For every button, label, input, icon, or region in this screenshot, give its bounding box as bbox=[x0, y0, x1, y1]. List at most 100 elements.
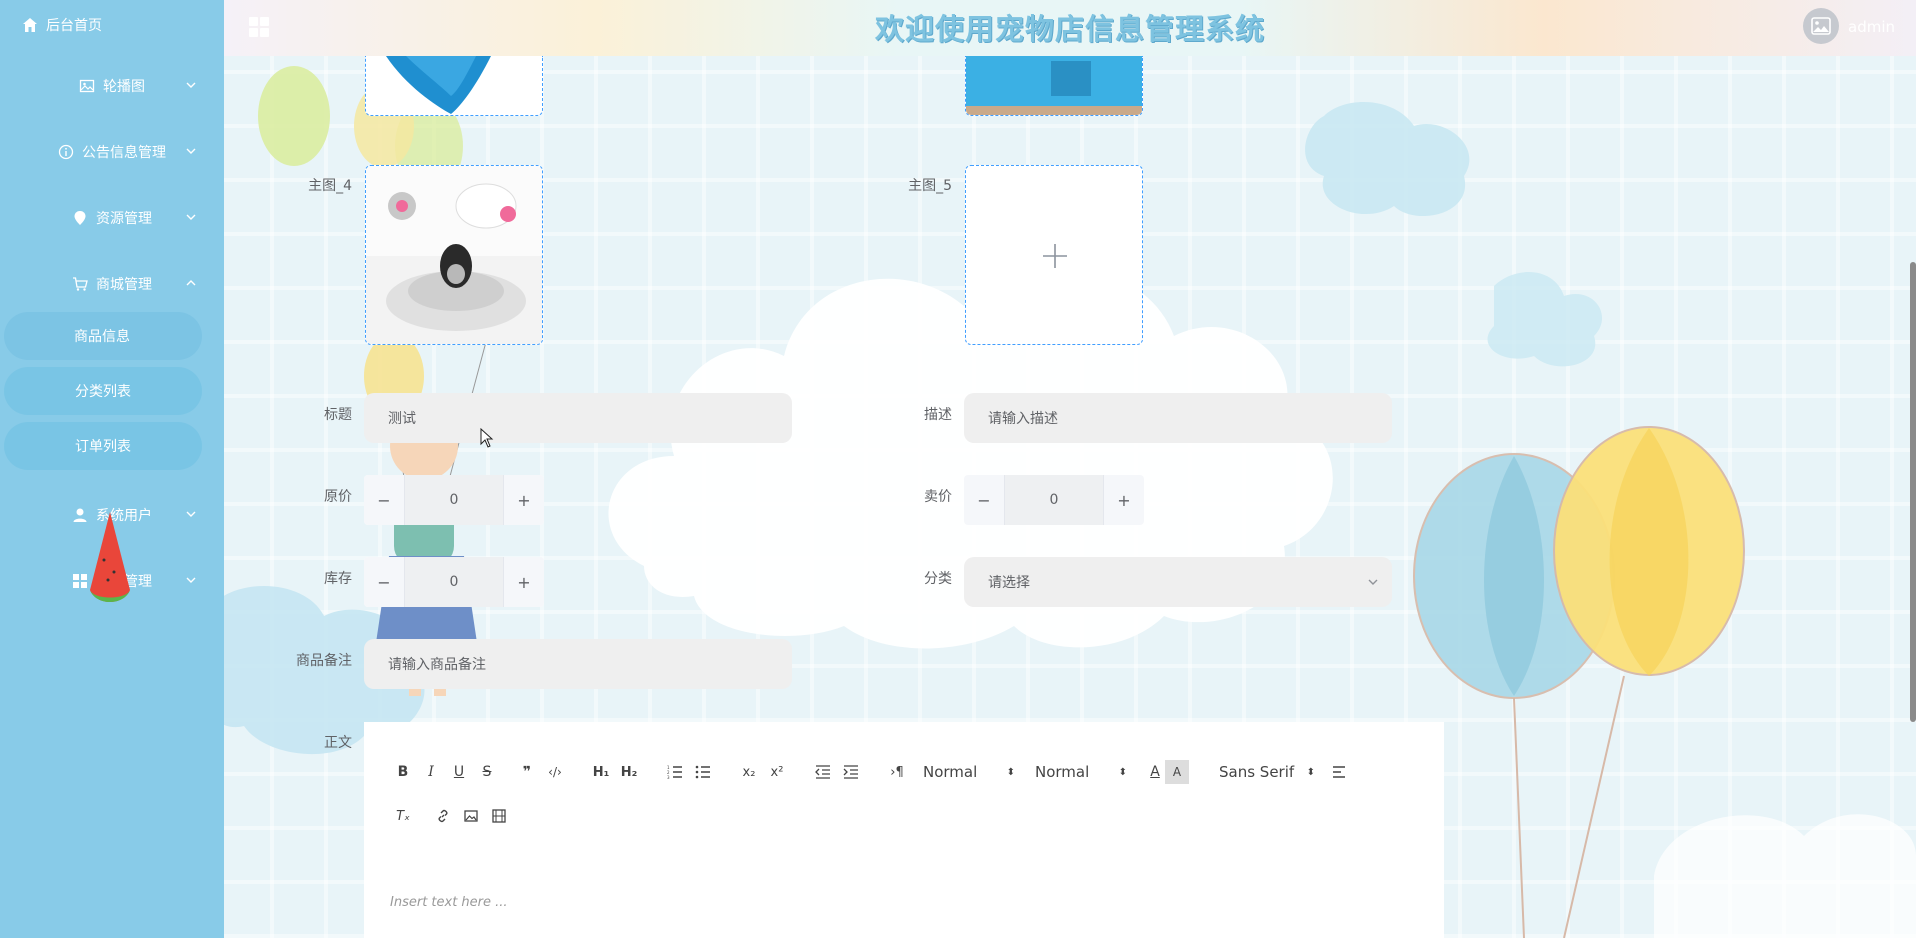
image-upload-3[interactable] bbox=[365, 56, 543, 116]
watermelon-decoration bbox=[90, 512, 130, 602]
indent-icon bbox=[843, 765, 858, 779]
sidebar-item-category-list[interactable]: 分类列表 bbox=[4, 367, 202, 415]
chevron-down-icon bbox=[186, 148, 196, 154]
rich-text-editor: B I U S ❞ ‹/› H₁ H₂ 123 x₂ x² ›¶ Normal ⬍… bbox=[364, 722, 1444, 938]
bullet-list-button[interactable] bbox=[691, 760, 715, 784]
increment-button[interactable]: + bbox=[504, 557, 544, 607]
image-upload-5[interactable] bbox=[965, 165, 1143, 345]
ordered-list-button[interactable]: 123 bbox=[663, 760, 687, 784]
avatar[interactable] bbox=[1803, 8, 1839, 44]
outdent-button[interactable] bbox=[811, 760, 835, 784]
increment-button[interactable]: + bbox=[504, 475, 544, 525]
product-image bbox=[966, 56, 1142, 115]
chevron-down-icon bbox=[186, 214, 196, 220]
superscript-button[interactable]: x² bbox=[765, 760, 789, 784]
original-price-label: 原价 bbox=[324, 489, 352, 505]
outdent-icon bbox=[815, 765, 830, 779]
page-scrollbar[interactable] bbox=[1910, 262, 1916, 722]
video-icon bbox=[492, 809, 506, 823]
sidebar-item-product-info[interactable]: 商品信息 bbox=[4, 312, 202, 360]
image-button[interactable] bbox=[459, 804, 483, 828]
align-button[interactable] bbox=[1327, 760, 1351, 784]
location-icon bbox=[74, 211, 86, 225]
heading1-button[interactable]: H₁ bbox=[589, 760, 613, 784]
strike-button[interactable]: S bbox=[475, 760, 499, 784]
size-select-value: Normal bbox=[1035, 763, 1090, 781]
sidebar-group-label: 资源管理 bbox=[96, 211, 152, 227]
user-name[interactable]: admin bbox=[1848, 18, 1895, 36]
background-color-button[interactable]: A bbox=[1165, 760, 1189, 784]
category-placeholder: 请选择 bbox=[988, 575, 1030, 591]
select-arrows-icon: ⬍ bbox=[1006, 766, 1015, 778]
video-button[interactable] bbox=[487, 804, 511, 828]
sidebar-group-label: 公告信息管理 bbox=[82, 145, 166, 161]
remark-placeholder: 请输入商品备注 bbox=[388, 657, 486, 673]
image-icon bbox=[1811, 17, 1831, 35]
decrement-button[interactable]: − bbox=[364, 475, 404, 525]
image-upload-3b[interactable] bbox=[965, 56, 1143, 116]
svg-text:3: 3 bbox=[667, 775, 670, 779]
remark-input[interactable]: 请输入商品备注 bbox=[364, 639, 792, 689]
sidebar-item-order-list[interactable]: 订单列表 bbox=[4, 422, 202, 470]
indent-button[interactable] bbox=[839, 760, 863, 784]
underline-button[interactable]: U bbox=[447, 760, 471, 784]
editor-placeholder[interactable]: Insert text here ... bbox=[390, 895, 508, 910]
size-select[interactable]: Normal ⬍ bbox=[1035, 760, 1127, 784]
decrement-button[interactable]: − bbox=[364, 557, 404, 607]
title-input-value: 测试 bbox=[388, 411, 416, 427]
image5-label: 主图_5 bbox=[908, 178, 952, 194]
chevron-up-icon bbox=[186, 280, 196, 286]
sidebar-group-announcements[interactable]: 公告信息管理 bbox=[0, 134, 224, 170]
stock-value[interactable]: 0 bbox=[404, 557, 504, 607]
subscript-button[interactable]: x₂ bbox=[737, 760, 761, 784]
page-title: 欢迎使用宠物店信息管理系统 bbox=[874, 12, 1265, 46]
sidebar-home-link[interactable]: 后台首页 bbox=[22, 14, 102, 36]
increment-button[interactable]: + bbox=[1104, 475, 1144, 525]
chevron-down-icon bbox=[186, 511, 196, 517]
original-price-stepper[interactable]: − 0 + bbox=[364, 475, 544, 525]
sidebar-group-resources[interactable]: 资源管理 bbox=[0, 200, 224, 236]
sidebar-item-label: 订单列表 bbox=[75, 439, 131, 455]
sidebar-item-label: 分类列表 bbox=[75, 384, 131, 400]
link-icon bbox=[438, 809, 448, 823]
title-label: 标题 bbox=[324, 407, 352, 423]
description-input[interactable]: 请输入描述 bbox=[964, 393, 1392, 443]
category-label: 分类 bbox=[924, 571, 952, 587]
sidebar-group-label: 商城管理 bbox=[96, 277, 152, 293]
sidebar-home-label: 后台首页 bbox=[46, 18, 102, 34]
image-upload-4[interactable] bbox=[365, 165, 543, 345]
product-image bbox=[366, 166, 542, 344]
heading2-button[interactable]: H₂ bbox=[617, 760, 641, 784]
header-select-value: Normal bbox=[923, 763, 978, 781]
bold-button[interactable]: B bbox=[391, 760, 415, 784]
link-button[interactable] bbox=[431, 804, 455, 828]
select-arrows-icon: ⬍ bbox=[1118, 766, 1127, 778]
font-select[interactable]: Sans Serif ⬍ bbox=[1219, 760, 1315, 784]
sidebar-item-label: 商品信息 bbox=[74, 329, 130, 345]
blockquote-button[interactable]: ❞ bbox=[515, 760, 539, 784]
sale-price-label: 卖价 bbox=[924, 489, 952, 505]
clear-format-button[interactable]: Tₓ bbox=[391, 804, 415, 828]
image-icon bbox=[464, 810, 478, 822]
sale-price-value[interactable]: 0 bbox=[1004, 475, 1104, 525]
original-price-value[interactable]: 0 bbox=[404, 475, 504, 525]
text-direction-button[interactable]: ›¶ bbox=[885, 760, 909, 784]
body-label: 正文 bbox=[324, 735, 352, 751]
sidebar-group-carousel[interactable]: 轮播图 bbox=[0, 68, 224, 104]
sidebar-group-shop[interactable]: 商城管理 bbox=[0, 266, 224, 302]
decrement-button[interactable]: − bbox=[964, 475, 1004, 525]
chevron-down-icon bbox=[1368, 579, 1378, 585]
product-image bbox=[386, 56, 491, 114]
stock-stepper[interactable]: − 0 + bbox=[364, 557, 544, 607]
category-select[interactable]: 请选择 bbox=[964, 557, 1392, 607]
code-block-button[interactable]: ‹/› bbox=[543, 760, 567, 784]
italic-button[interactable]: I bbox=[419, 760, 443, 784]
description-placeholder: 请输入描述 bbox=[988, 411, 1058, 427]
header-select[interactable]: Normal ⬍ bbox=[923, 760, 1015, 784]
title-input[interactable]: 测试 bbox=[364, 393, 792, 443]
bullet-list-icon bbox=[695, 765, 710, 779]
ordered-list-icon: 123 bbox=[667, 765, 682, 779]
font-select-value: Sans Serif bbox=[1219, 763, 1295, 781]
sale-price-stepper[interactable]: − 0 + bbox=[964, 475, 1144, 525]
text-color-button[interactable]: A bbox=[1143, 760, 1167, 784]
